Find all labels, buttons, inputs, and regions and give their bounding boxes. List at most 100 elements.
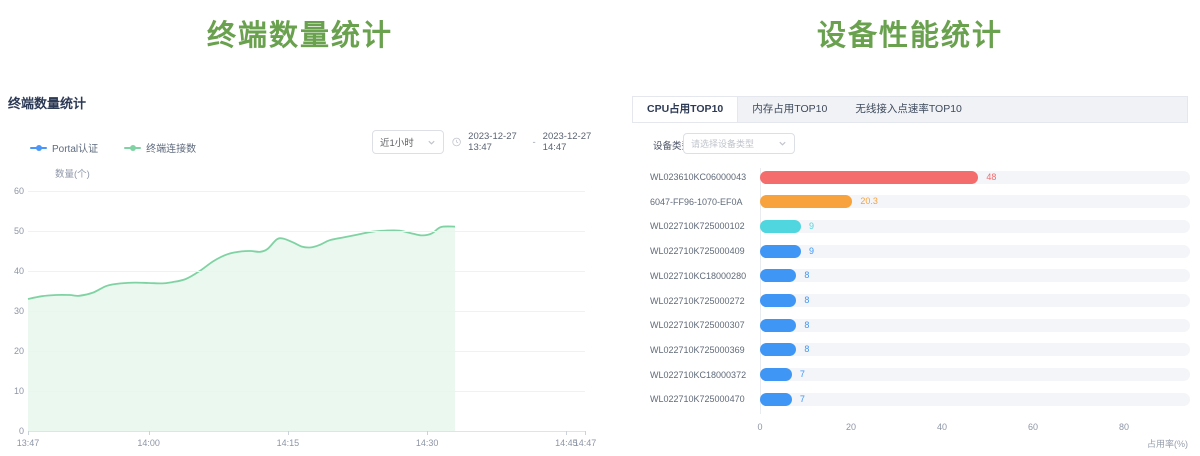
tab-cpu-top10[interactable]: CPU占用TOP10 [633, 97, 738, 122]
bar-row: 6047-FF96-1070-EF0A 20.3 [650, 190, 1190, 214]
bar-category-label: WL023610KC06000043 [650, 172, 724, 182]
bar-category-label: 6047-FF96-1070-EF0A [650, 197, 724, 207]
y-tick-label: 60 [2, 185, 24, 197]
x-tick-mark [566, 431, 567, 435]
bar-category-label: WL022710K725000409 [650, 246, 724, 256]
bar-fill [760, 343, 796, 356]
bar-category-label: WL022710KC18000280 [650, 271, 724, 281]
bar-value-label: 20.3 [860, 196, 878, 207]
bar-value-label: 7 [800, 369, 805, 380]
bar-value-label: 8 [804, 344, 809, 355]
bar-category-label: WL022710K725000307 [650, 320, 724, 330]
bar-category-label: WL022710K725000369 [650, 345, 724, 355]
y-tick-label: 30 [2, 305, 24, 317]
bar-x-tick-label: 80 [1119, 422, 1129, 432]
bar-category-label: WL022710K725000102 [650, 221, 724, 231]
bar-x-tick-label: 60 [1028, 422, 1038, 432]
bar-value-label: 8 [804, 295, 809, 306]
line-chart-plot: 010203040506013:4714:0014:1514:3014:4514… [28, 191, 585, 431]
bar-value-label: 8 [804, 320, 809, 331]
bar-track: 9 [760, 220, 1190, 233]
bar-value-label: 7 [800, 394, 805, 405]
chevron-down-icon [778, 139, 787, 148]
legend-label-portal: Portal认证 [52, 140, 98, 155]
bar-fill [760, 368, 792, 381]
x-tick-label: 14:30 [416, 438, 439, 448]
left-section-title: 终端数量统计 [0, 12, 600, 54]
date-separator: - [533, 137, 536, 148]
bar-fill [760, 269, 796, 282]
y-tick-label: 50 [2, 225, 24, 237]
time-range-value: 近1小时 [380, 135, 414, 149]
bar-category-label: WL022710KC18000372 [650, 370, 724, 380]
bar-fill [760, 319, 796, 332]
legend-item-terminal-connections[interactable]: 终端连接数 [124, 140, 196, 155]
device-performance-section: 设备性能统计 CPU占用TOP10 内存占用TOP10 无线接入点速率TOP10… [620, 0, 1200, 456]
left-panel-title: 终端数量统计 [8, 93, 86, 112]
bar-chart-x-axis-label: 占用率(%) [1147, 437, 1188, 450]
bar-value-label: 9 [809, 221, 814, 232]
terminal-stats-section: 终端数量统计 终端数量统计 近1小时 2023-12-27 13:47 - 20… [0, 0, 600, 456]
chart-legend: Portal认证 终端连接数 [30, 140, 196, 155]
bar-fill [760, 220, 801, 233]
legend-label-terminal-connections: 终端连接数 [146, 140, 196, 155]
bar-row: WL022710K725000102 9 [650, 214, 1190, 238]
gridline [28, 431, 585, 432]
x-tick-mark [585, 431, 586, 435]
top10-tabs: CPU占用TOP10 内存占用TOP10 无线接入点速率TOP10 [632, 96, 1188, 123]
bar-category-label: WL022710K725000470 [650, 394, 724, 404]
date-start[interactable]: 2023-12-27 13:47 [468, 131, 525, 153]
bar-row: WL022710KC18000280 8 [650, 264, 1190, 288]
x-tick-mark [149, 431, 150, 435]
gridline [28, 391, 585, 392]
tab-wireless-ap-rate-top10[interactable]: 无线接入点速率TOP10 [841, 97, 976, 122]
x-tick-label: 13:47 [17, 438, 40, 448]
bar-x-tick-label: 0 [757, 422, 762, 432]
y-axis-title: 数量(个) [55, 166, 90, 180]
bar-fill [760, 245, 801, 258]
x-tick-mark [288, 431, 289, 435]
date-range-picker[interactable]: 2023-12-27 13:47 - 2023-12-27 14:47 [452, 130, 600, 154]
bar-row: WL022710K725000409 9 [650, 239, 1190, 263]
bar-fill [760, 195, 852, 208]
y-tick-label: 40 [2, 265, 24, 277]
gridline [28, 351, 585, 352]
y-tick-label: 10 [2, 385, 24, 397]
gridline [28, 311, 585, 312]
x-tick-mark [28, 431, 29, 435]
bar-value-label: 8 [804, 270, 809, 281]
gridline [28, 191, 585, 192]
date-end[interactable]: 2023-12-27 14:47 [543, 131, 600, 153]
bar-track: 8 [760, 343, 1190, 356]
bar-track: 7 [760, 393, 1190, 406]
legend-item-portal[interactable]: Portal认证 [30, 140, 98, 155]
bar-fill [760, 393, 792, 406]
x-tick-label: 14:15 [277, 438, 300, 448]
gridline [28, 271, 585, 272]
bar-row: WL022710K725000307 8 [650, 313, 1190, 337]
area-fill [28, 226, 455, 431]
device-type-select[interactable]: 请选择设备类型 [683, 133, 795, 154]
bar-category-label: WL022710K725000272 [650, 296, 724, 306]
time-range-select[interactable]: 近1小时 [372, 130, 444, 154]
bar-track: 8 [760, 319, 1190, 332]
bar-track: 7 [760, 368, 1190, 381]
x-tick-label: 14:00 [137, 438, 160, 448]
bar-chart: WL023610KC06000043 48 6047-FF96-1070-EF0A 2… [650, 165, 1190, 413]
bar-track: 9 [760, 245, 1190, 258]
legend-marker-terminal-icon [124, 144, 141, 151]
bar-track: 48 [760, 171, 1190, 184]
bar-value-label: 48 [986, 172, 996, 183]
gridline [28, 231, 585, 232]
x-tick-mark [427, 431, 428, 435]
right-section-title: 设备性能统计 [620, 12, 1200, 54]
y-tick-label: 0 [2, 425, 24, 437]
bar-row: WL023610KC06000043 48 [650, 165, 1190, 189]
device-type-placeholder: 请选择设备类型 [691, 137, 754, 150]
tab-memory-top10[interactable]: 内存占用TOP10 [738, 97, 841, 122]
bar-x-tick-label: 40 [937, 422, 947, 432]
bar-row: WL022710K725000272 8 [650, 289, 1190, 313]
dashboard: 终端数量统计 终端数量统计 近1小时 2023-12-27 13:47 - 20… [0, 0, 1200, 456]
bar-x-tick-label: 20 [846, 422, 856, 432]
x-tick-label: 14:47 [574, 438, 597, 448]
